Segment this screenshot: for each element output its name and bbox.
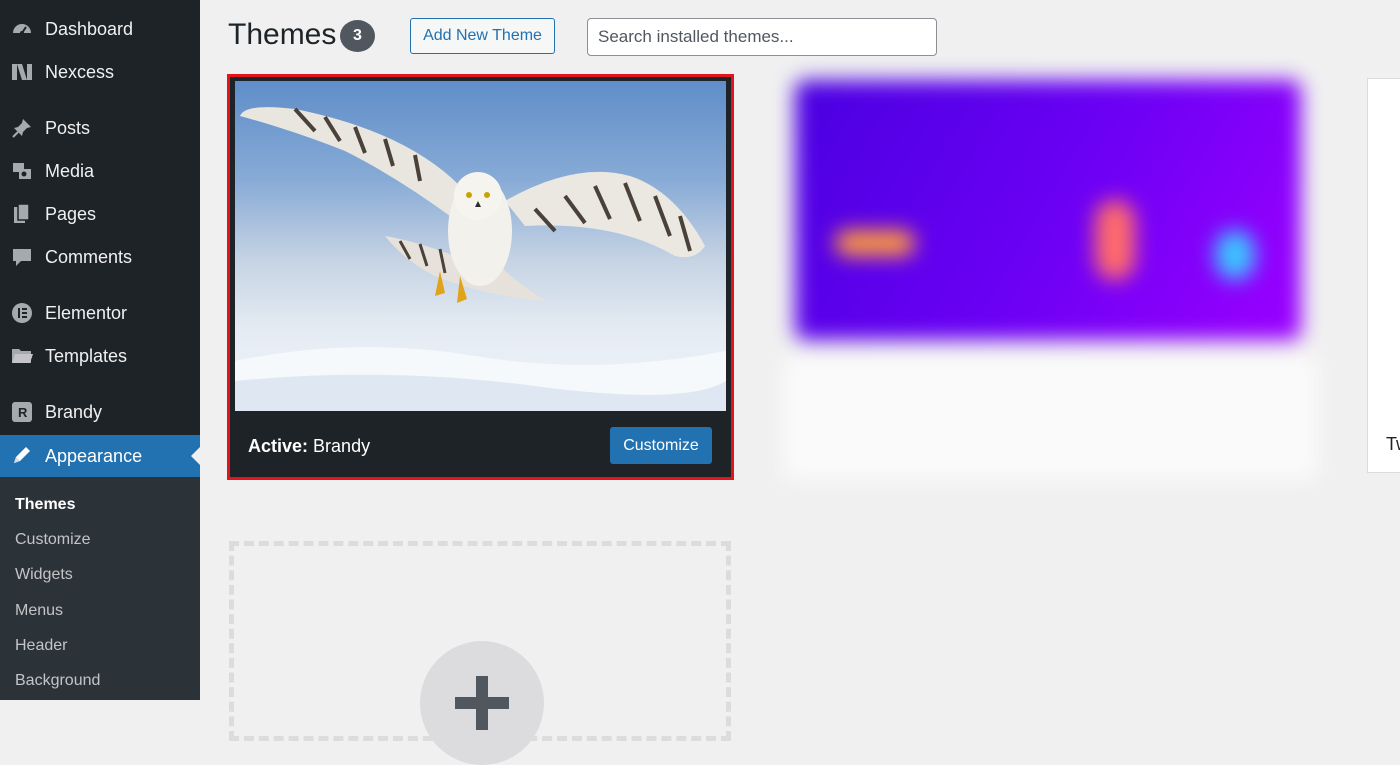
menu-label: Comments	[45, 246, 133, 267]
menu-nexcess[interactable]: Nexcess	[0, 52, 200, 92]
owl-image	[235, 107, 726, 411]
menu-elementor[interactable]: Elementor	[0, 293, 200, 333]
submenu-themes[interactable]: Themes	[15, 496, 75, 514]
customize-button[interactable]: Customize	[610, 427, 712, 464]
submenu-menus[interactable]: Menus	[15, 602, 63, 620]
menu-label: Pages	[45, 203, 97, 224]
menu-label: Elementor	[45, 302, 128, 323]
admin-sidebar: Dashboard Nexcess Posts Media Pages Comm…	[0, 0, 200, 700]
menu-label: Dashboard	[45, 18, 134, 39]
menu-label: Templates	[45, 345, 128, 366]
theme-screenshot	[235, 81, 726, 411]
search-themes-input[interactable]	[587, 18, 937, 56]
active-label: Active:	[248, 436, 309, 456]
theme-name-partial: Tw	[1386, 434, 1400, 454]
menu-comments[interactable]: Comments	[0, 237, 200, 277]
menu-label: Posts	[45, 117, 91, 138]
plus-icon	[420, 641, 544, 765]
menu-appearance[interactable]: Appearance	[0, 435, 200, 477]
menu-label: Media	[45, 160, 95, 181]
pages-icon	[10, 203, 34, 225]
active-theme-bar: Active: Brandy Customize	[230, 414, 731, 477]
pin-icon	[10, 117, 34, 139]
theme-count-badge: 3	[340, 20, 375, 52]
theme-card-blurred[interactable]	[783, 70, 1318, 480]
nexcess-icon	[10, 61, 34, 83]
menu-label: Brandy	[45, 401, 103, 422]
theme-footer-blurred	[783, 355, 1318, 480]
add-new-theme-card[interactable]	[229, 541, 731, 765]
menu-label: Nexcess	[45, 61, 115, 82]
page-title: Themes	[228, 18, 337, 51]
media-icon	[10, 160, 34, 182]
theme-screenshot-blurred	[795, 80, 1301, 340]
menu-dashboard[interactable]: Dashboard	[0, 9, 200, 49]
active-theme-card[interactable]: Active: Brandy Customize	[227, 74, 734, 480]
menu-posts[interactable]: Posts	[0, 108, 200, 148]
add-new-theme-button[interactable]: Add New Theme	[410, 18, 555, 54]
menu-label: Appearance	[45, 445, 143, 466]
dashboard-icon	[10, 18, 34, 40]
submenu-background[interactable]: Background	[15, 672, 100, 690]
appearance-submenu: Themes Customize Widgets Menus Header Ba…	[0, 477, 200, 700]
appearance-icon	[10, 444, 34, 466]
submenu-header[interactable]: Header	[15, 637, 67, 655]
elementor-icon	[10, 302, 34, 324]
submenu-widgets[interactable]: Widgets	[15, 566, 73, 584]
svg-text:R: R	[18, 405, 28, 420]
theme-name: Brandy	[313, 436, 371, 456]
folder-icon	[10, 345, 34, 367]
active-theme-name: Active: Brandy	[248, 436, 370, 457]
menu-media[interactable]: Media	[0, 151, 200, 191]
brandy-icon: R	[10, 401, 34, 423]
menu-templates[interactable]: Templates	[0, 336, 200, 376]
menu-brandy[interactable]: R Brandy	[0, 392, 200, 432]
submenu-customize[interactable]: Customize	[15, 531, 91, 549]
menu-pages[interactable]: Pages	[0, 194, 200, 234]
comments-icon	[10, 246, 34, 268]
theme-card-third[interactable]: Tw	[1367, 78, 1400, 473]
